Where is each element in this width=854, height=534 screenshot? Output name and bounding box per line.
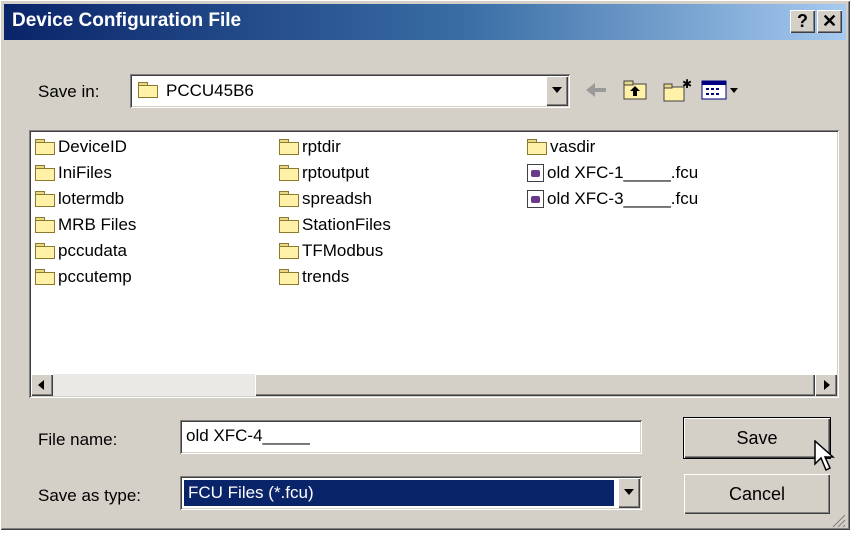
save-in-value: PCCU45B6 [166, 81, 254, 100]
file-column-2: rptdir rptoutput spreadsh StationFiles T… [279, 134, 391, 290]
help-button[interactable]: ? [790, 10, 815, 33]
file-label: old XFC-3_____.fcu [547, 189, 699, 208]
folder-icon [35, 269, 55, 285]
save-in-label: Save in: [38, 82, 100, 101]
resize-grip-icon[interactable] [830, 512, 846, 528]
file-column-3: vasdir old XFC-1_____.fcu old XFC-3_____… [527, 134, 698, 212]
file-label: old XFC-1_____.fcu [547, 163, 699, 182]
file-name-input[interactable]: old XFC-4_____ [180, 420, 642, 454]
folder-icon [35, 243, 55, 259]
folder-icon [35, 191, 55, 207]
folder-label: MRB Files [58, 215, 137, 234]
folder-item[interactable]: pccutemp [35, 264, 136, 290]
folder-icon [35, 165, 55, 181]
folder-label: IniFiles [58, 163, 112, 182]
svg-text:✱: ✱ [682, 78, 692, 91]
scroll-left-icon[interactable] [31, 374, 53, 396]
folder-label: lotermdb [58, 189, 125, 208]
close-button[interactable]: ✕ [817, 10, 842, 33]
fcu-file-icon [527, 190, 544, 208]
folder-label: vasdir [550, 137, 596, 156]
folder-icon [279, 217, 299, 233]
open-folder-icon [138, 82, 158, 98]
folder-label: spreadsh [302, 189, 372, 208]
folder-icon [279, 165, 299, 181]
folder-item[interactable]: pccudata [35, 238, 136, 264]
file-column-1: DeviceID IniFiles lotermdb MRB Files pcc… [35, 134, 136, 290]
folder-icon [35, 139, 55, 155]
folder-label: DeviceID [58, 137, 127, 156]
folder-item[interactable]: rptdir [279, 134, 391, 160]
file-name-label: File name: [38, 430, 118, 449]
cancel-button[interactable]: Cancel [684, 474, 830, 514]
back-arrow-icon[interactable] [583, 78, 609, 102]
view-menu-icon[interactable] [700, 78, 740, 102]
folder-label: rptoutput [302, 163, 370, 182]
folder-label: pccutemp [58, 267, 132, 286]
horizontal-scrollbar[interactable] [31, 374, 837, 396]
folder-item[interactable]: StationFiles [279, 212, 391, 238]
file-item[interactable]: old XFC-3_____.fcu [527, 186, 698, 212]
dialog-title: Device Configuration File [12, 10, 242, 31]
chevron-down-icon[interactable] [618, 478, 640, 508]
cursor-icon [814, 440, 835, 472]
save-button[interactable]: Save [683, 417, 831, 459]
scroll-right-icon[interactable] [815, 374, 837, 396]
folder-icon [279, 243, 299, 259]
file-item[interactable]: old XFC-1_____.fcu [527, 160, 698, 186]
folder-icon [35, 217, 55, 233]
save-as-type-dropdown[interactable]: FCU Files (*.fcu) [180, 476, 642, 510]
save-in-dropdown[interactable]: PCCU45B6 [130, 74, 570, 108]
title-bar[interactable]: Device Configuration File ? ✕ [4, 4, 846, 40]
folder-label: rptdir [302, 137, 341, 156]
folder-item[interactable]: lotermdb [35, 186, 136, 212]
folder-item[interactable]: trends [279, 264, 391, 290]
folder-icon [279, 191, 299, 207]
folder-icon [279, 139, 299, 155]
folder-label: trends [302, 267, 350, 286]
fcu-file-icon [527, 164, 544, 182]
new-folder-icon[interactable]: ✱ [662, 78, 692, 102]
folder-label: TFModbus [302, 241, 384, 260]
folder-item[interactable]: DeviceID [35, 134, 136, 160]
scroll-thumb[interactable] [255, 374, 815, 396]
folder-icon [527, 139, 547, 155]
save-dialog: Device Configuration File ? ✕ Save in: P… [0, 0, 850, 530]
save-as-type-label: Save as type: [38, 486, 142, 505]
folder-item[interactable]: TFModbus [279, 238, 391, 264]
folder-item[interactable]: rptoutput [279, 160, 391, 186]
folder-label: pccudata [58, 241, 127, 260]
up-folder-icon[interactable] [622, 78, 650, 102]
folder-item[interactable]: vasdir [527, 134, 698, 160]
file-list[interactable]: DeviceID IniFiles lotermdb MRB Files pcc… [29, 130, 839, 398]
folder-item[interactable]: MRB Files [35, 212, 136, 238]
folder-icon [279, 269, 299, 285]
chevron-down-icon[interactable] [546, 76, 568, 106]
save-as-type-value: FCU Files (*.fcu) [188, 483, 314, 502]
folder-item[interactable]: IniFiles [35, 160, 136, 186]
folder-item[interactable]: spreadsh [279, 186, 391, 212]
folder-label: StationFiles [302, 215, 391, 234]
